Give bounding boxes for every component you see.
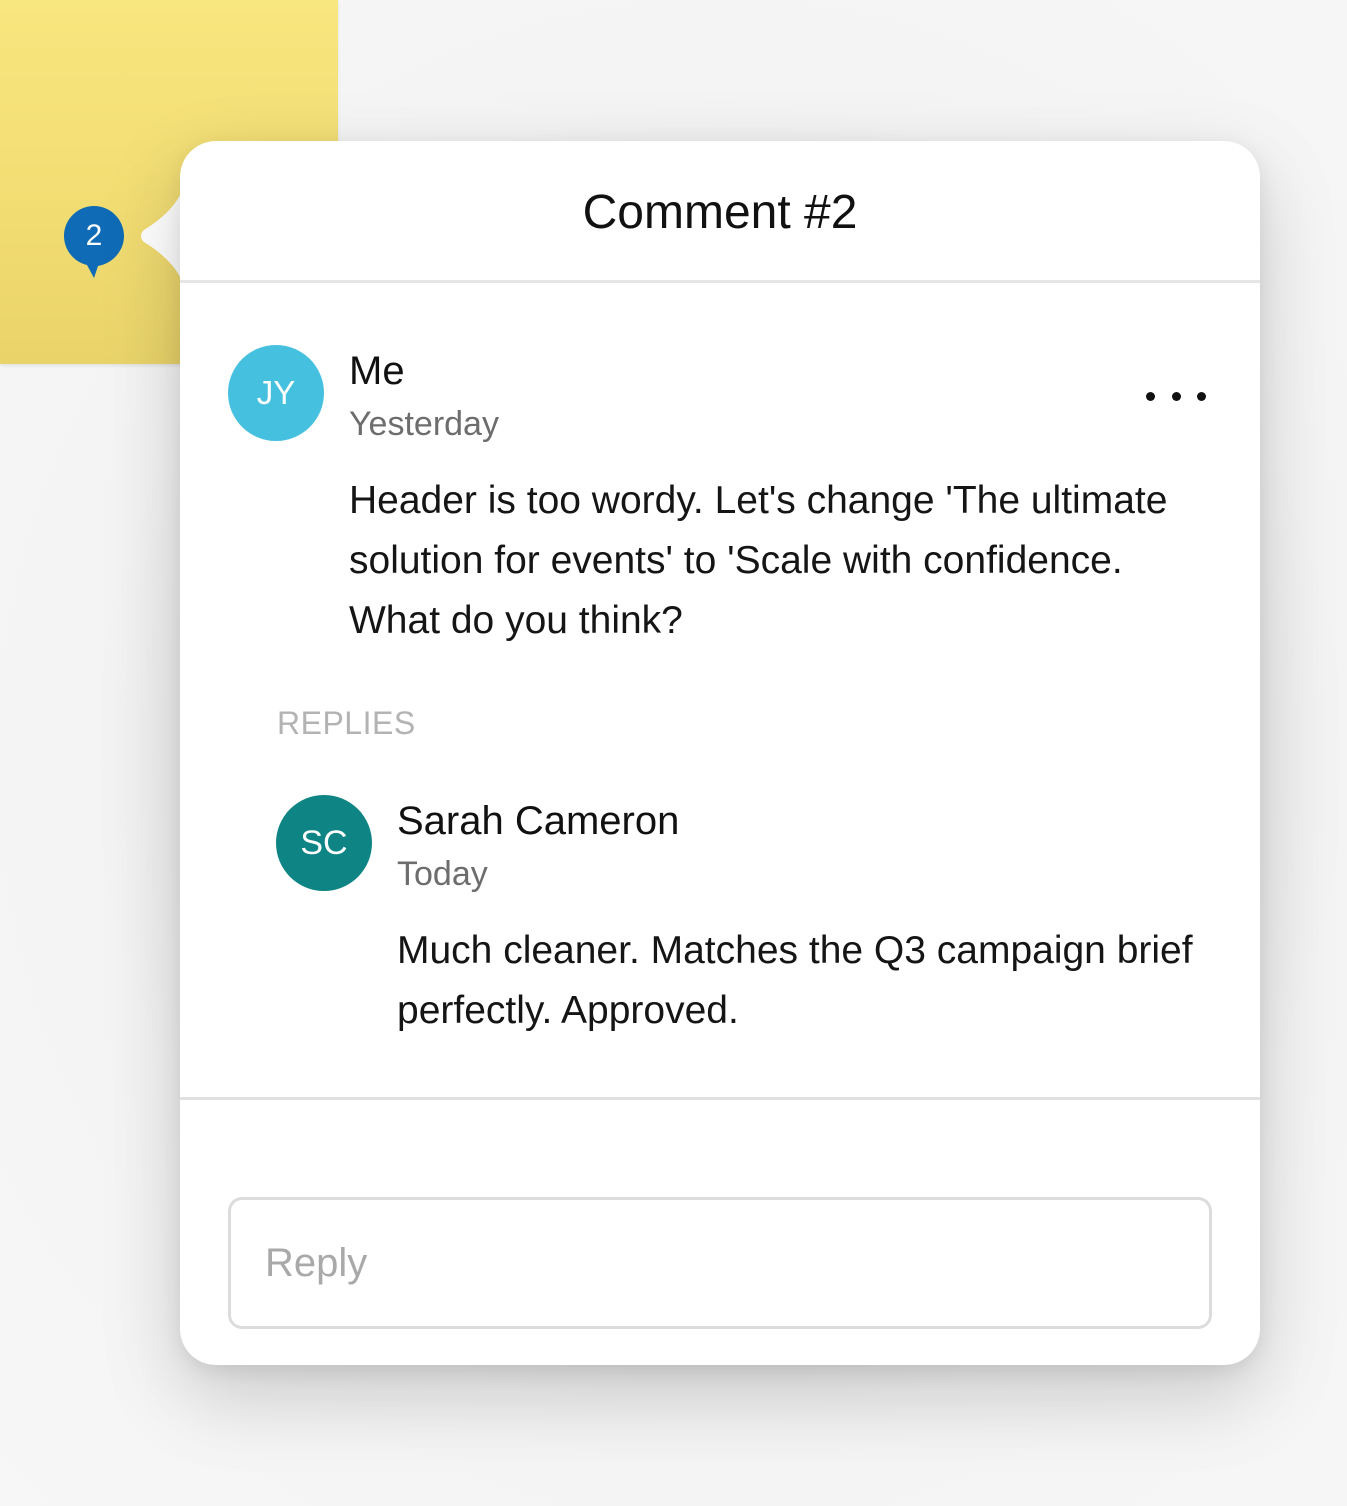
more-horizontal-icon	[1171, 391, 1181, 401]
avatar: SC	[276, 795, 372, 891]
more-horizontal-icon	[1197, 391, 1206, 401]
comment-timestamp: Yesterday	[349, 405, 499, 443]
reply-body: Much cleaner. Matches the Q3 campaign br…	[397, 929, 1193, 1032]
divider	[180, 1097, 1260, 1100]
reply-timestamp: Today	[397, 855, 488, 893]
reply-author: Sarah Cameron	[397, 799, 680, 843]
comment-author: Me	[349, 349, 405, 393]
panel-header: Comment #2	[180, 141, 1260, 283]
more-options-button[interactable]	[1146, 381, 1206, 411]
reply-input[interactable]	[228, 1197, 1212, 1329]
panel-pointer-arrow	[141, 186, 184, 286]
avatar: JY	[228, 345, 324, 441]
comment-panel: Comment #2 JY Me Yesterday Header is too…	[180, 141, 1260, 1365]
panel-title: Comment #2	[582, 186, 858, 239]
comment-body: Header is too wordy. Let's change 'The u…	[349, 479, 1168, 642]
more-horizontal-icon	[1146, 391, 1155, 401]
comment-pin-number[interactable]: 2	[64, 206, 124, 266]
replies-label: REPLIES	[277, 705, 416, 741]
